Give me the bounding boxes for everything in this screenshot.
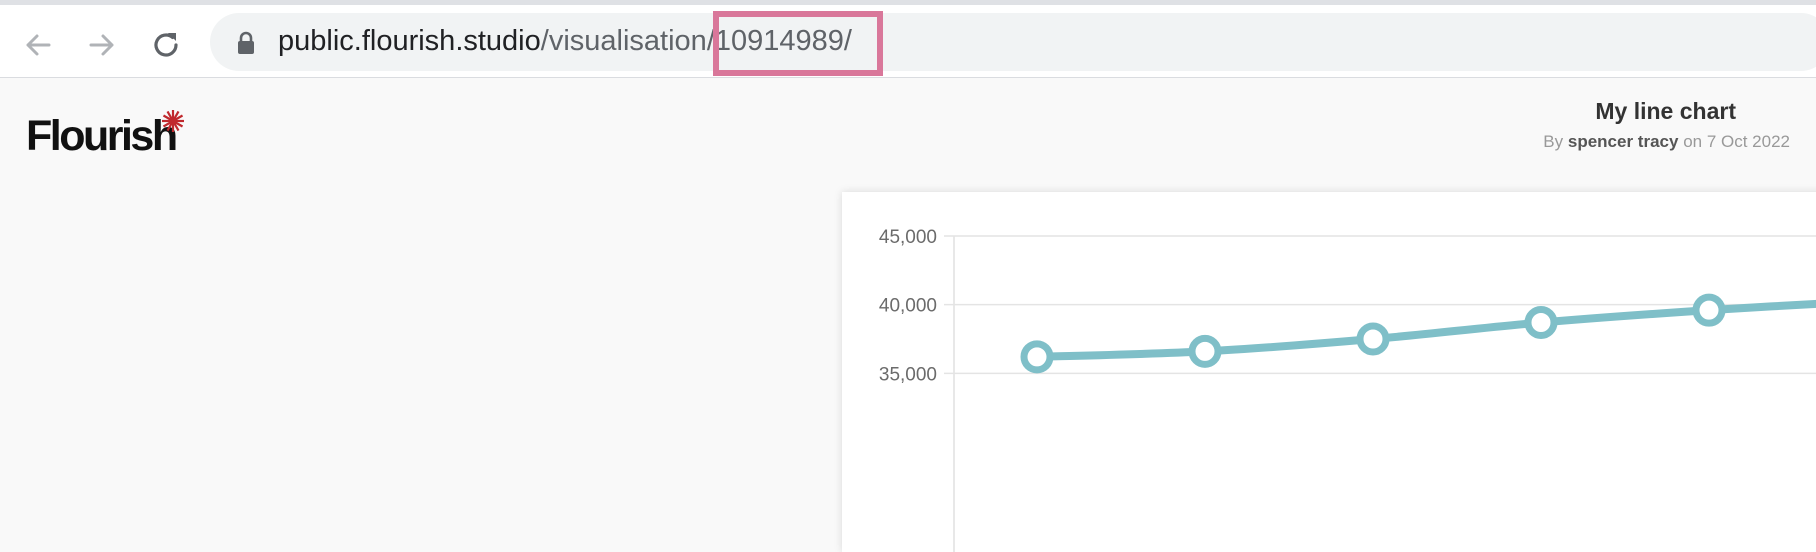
y-tick-label: 45,000 — [879, 227, 937, 248]
flourish-page: Flourish My line chart By spencer tracy … — [0, 78, 1816, 552]
data-point[interactable] — [1692, 293, 1726, 327]
visualisation-title: My line chart — [1595, 98, 1736, 124]
url-path-id: /10914989/ — [706, 25, 852, 57]
data-point[interactable] — [1020, 340, 1054, 374]
data-point[interactable] — [1188, 334, 1222, 368]
address-bar[interactable]: public.flourish.studio/visualisation/109… — [210, 13, 1816, 71]
reload-icon — [154, 33, 178, 57]
byline-date: on 7 Oct 2022 — [1683, 132, 1790, 151]
data-point[interactable] — [1356, 322, 1390, 356]
byline-prefix: By — [1543, 132, 1564, 151]
url-text: public.flourish.studio/visualisation/109… — [278, 24, 852, 58]
forward-button[interactable] — [80, 23, 124, 67]
y-tick-label: 40,000 — [879, 296, 937, 317]
arrow-left-icon — [26, 34, 51, 56]
author-link[interactable]: spencer tracy — [1568, 132, 1679, 151]
browser-toolbar: public.flourish.studio/visualisation/109… — [0, 5, 1816, 78]
data-point[interactable] — [1524, 306, 1558, 340]
arrow-right-icon — [89, 34, 114, 56]
logo-text: Flourish — [26, 112, 178, 160]
back-button[interactable] — [16, 23, 60, 67]
url-host: public.flourish.studio — [278, 25, 541, 57]
chart-card: 45,000 40,000 35,000 — [842, 192, 1816, 552]
byline: By spencer tracy on 7 Oct 2022 — [1543, 132, 1790, 152]
url-path-letter: n — [690, 25, 707, 57]
line-chart: 45,000 40,000 35,000 — [879, 227, 1816, 552]
url-path-prefix: /visualisatio — [540, 25, 691, 57]
flourish-logo[interactable]: Flourish — [26, 108, 196, 160]
y-tick-label: 35,000 — [879, 364, 937, 385]
reload-button[interactable] — [144, 23, 188, 67]
sunburst-icon — [162, 110, 184, 132]
lock-icon — [238, 31, 254, 54]
